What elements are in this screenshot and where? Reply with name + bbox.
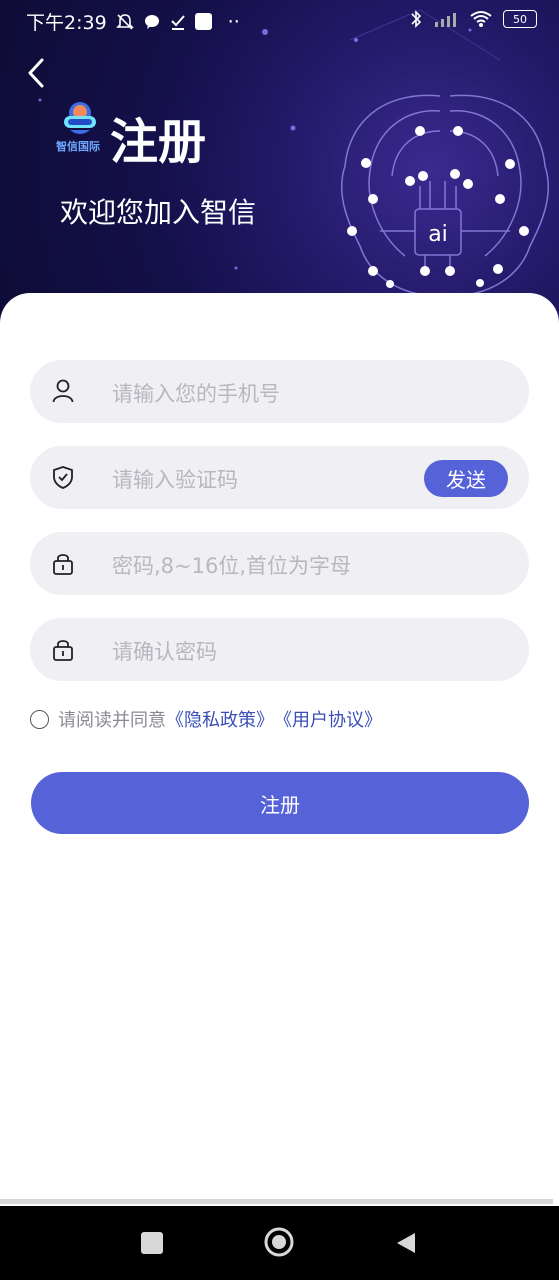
logo-text: 智信国际	[56, 140, 100, 153]
verification-code-field[interactable]: 请输入验证码 发送	[30, 446, 529, 509]
home-button[interactable]	[264, 1227, 294, 1257]
system-nav-bar	[0, 1206, 559, 1280]
agreement-prefix: 请阅读并同意	[58, 710, 166, 731]
bluetooth-icon	[411, 10, 422, 28]
chat-bubble-icon	[144, 14, 159, 29]
confirm-password-field[interactable]: 请确认密码	[30, 618, 529, 681]
battery-icon: 50	[503, 10, 537, 28]
code-placeholder: 请输入验证码	[112, 468, 238, 492]
privacy-policy-link[interactable]: 《隐私政策》	[166, 706, 274, 732]
confirm-placeholder: 请确认密码	[112, 640, 217, 664]
task-done-icon	[170, 14, 185, 30]
header-banner: 下午2:39 ·· 50 智信国际 注册 欢迎您加入智信 ai	[0, 0, 559, 330]
agreement-checkbox[interactable]	[30, 709, 49, 729]
status-bar: 下午2:39 ·· 50	[0, 0, 559, 42]
app-square-icon	[194, 13, 212, 30]
battery-level: 50	[513, 12, 527, 26]
more-notifications: ··	[227, 10, 240, 33]
password-placeholder: 密码,8~16位,首位为字母	[112, 554, 352, 578]
page-title: 注册	[110, 114, 207, 170]
status-time: 下午2:39	[26, 12, 107, 34]
recent-apps-button[interactable]	[141, 1232, 163, 1254]
send-code-button[interactable]: 发送	[424, 460, 508, 497]
register-button[interactable]: 注册	[31, 772, 529, 834]
divider	[0, 1199, 553, 1204]
mute-bell-icon	[115, 13, 134, 30]
phone-field[interactable]: 请输入您的手机号	[30, 360, 529, 423]
signal-icon	[435, 13, 456, 27]
wifi-icon	[470, 11, 492, 27]
user-icon	[52, 379, 74, 403]
back-arrow-icon[interactable]	[22, 56, 52, 90]
shield-check-icon	[53, 466, 73, 489]
user-agreement-link[interactable]: 《用户协议》	[274, 706, 382, 732]
ai-brain-illustration: ai	[341, 94, 549, 297]
brain-chip-label: ai	[428, 222, 448, 247]
password-field[interactable]: 密码,8~16位,首位为字母	[30, 532, 529, 595]
lock-icon	[53, 554, 73, 575]
agreement-row: 请阅读并同意 《隐私政策》 《用户协议》	[30, 706, 382, 732]
phone-placeholder: 请输入您的手机号	[112, 382, 280, 406]
lock-icon	[53, 640, 73, 661]
page-subtitle: 欢迎您加入智信	[60, 196, 257, 229]
nav-back-icon[interactable]	[395, 1231, 417, 1255]
register-form-card	[0, 293, 559, 1213]
